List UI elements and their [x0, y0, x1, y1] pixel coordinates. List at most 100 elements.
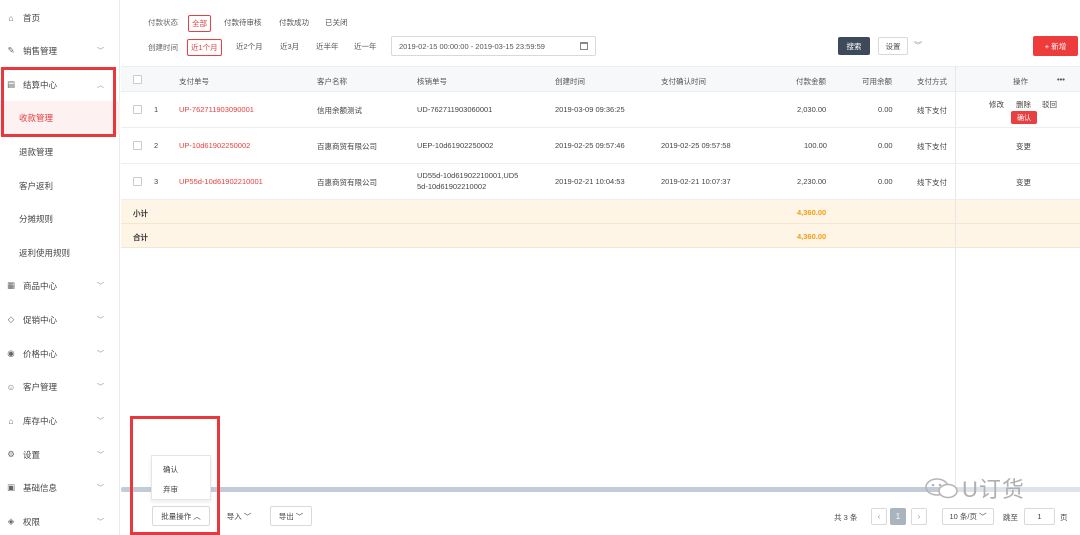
row-checkbox[interactable]: [133, 105, 142, 114]
row-index: 2: [154, 141, 159, 150]
nav-basic-info[interactable]: ▣ 基础信息 ﹀: [0, 471, 120, 504]
nav-sub-rebate[interactable]: 客户返利: [0, 169, 120, 202]
nav-customers[interactable]: ☺ 客户管理 ﹀: [0, 370, 120, 403]
nav-label: 客户管理: [23, 381, 58, 392]
nav-sub-label: 分摊规则: [19, 213, 54, 224]
settings-button[interactable]: 设置: [878, 37, 908, 55]
nav-products[interactable]: ▦ 商品中心 ﹀: [0, 269, 120, 302]
gear-icon: ⚙: [7, 449, 15, 459]
pay-no-link[interactable]: UP-10d61902250002: [179, 141, 250, 150]
chevron-down-icon: ﹀: [97, 384, 104, 391]
nav-promotions[interactable]: ◇ 促销中心 ﹀: [0, 303, 120, 336]
nav-sub-label: 退款管理: [19, 146, 54, 157]
nav-label: 基础信息: [23, 482, 58, 493]
date-range-picker[interactable]: 2019-02-15 00:00:00 - 2019-03-15 23:59:5…: [391, 36, 596, 56]
batch-operation-button[interactable]: 批量操作 ︿: [152, 506, 210, 526]
time-chip-6m[interactable]: 近半年: [313, 39, 342, 54]
next-page-button[interactable]: ›: [911, 508, 927, 525]
tag-icon: ◇: [7, 314, 15, 324]
row-checkbox[interactable]: [133, 177, 142, 186]
warehouse-icon: ⌂: [8, 415, 14, 426]
nav-sub-label: 收款管理: [19, 112, 54, 123]
chevron-up-icon: ︿: [97, 82, 104, 89]
nav-settings[interactable]: ⚙ 设置 ﹀: [0, 438, 120, 471]
nav-inventory[interactable]: ⌂ 库存中心 ﹀: [0, 404, 120, 437]
nav-sub-rebate-rules[interactable]: 返利使用规则: [0, 236, 120, 269]
more-icon[interactable]: •••: [1057, 75, 1065, 84]
import-button[interactable]: 导入 ﹀: [220, 506, 258, 526]
home-icon: ⌂: [8, 12, 14, 23]
nav-sub-label: 返利使用规则: [19, 247, 71, 258]
chevron-down-icon: ﹀: [97, 351, 104, 358]
time-chip-2m[interactable]: 近2个月: [233, 39, 266, 54]
status-chip-all[interactable]: 全部: [188, 15, 211, 32]
status-chip-success[interactable]: 付款成功: [276, 15, 312, 30]
search-button[interactable]: 搜索: [838, 37, 870, 55]
prev-page-button[interactable]: ‹: [871, 508, 887, 525]
change-link[interactable]: 变更: [1016, 177, 1031, 188]
nav-prices[interactable]: ◉ 价格中心 ﹀: [0, 337, 120, 370]
goto-page-input[interactable]: 1: [1024, 508, 1055, 525]
total-count: 共 3 条: [834, 513, 858, 522]
nav-sub-refund[interactable]: 退款管理: [0, 135, 120, 168]
select-all-checkbox[interactable]: [133, 75, 142, 84]
pay-no-link[interactable]: UP-762711903090001: [179, 105, 254, 114]
col-created: 创建时间: [555, 77, 585, 86]
change-link[interactable]: 变更: [1016, 141, 1031, 152]
status-chip-closed[interactable]: 已关闭: [322, 15, 351, 30]
chevron-down-icon: ﹀: [97, 283, 104, 290]
time-chip-1y[interactable]: 近一年: [351, 39, 380, 54]
page-size-select[interactable]: 10 条/页 ﹀: [942, 508, 994, 525]
double-chevron-down-icon[interactable]: ︾: [914, 40, 922, 51]
nav-sub-label: 客户返利: [19, 180, 54, 191]
col-amount: 付款金额: [796, 77, 826, 86]
nav-home[interactable]: ⌂ 首页: [0, 1, 120, 34]
confirm-button[interactable]: 确认: [1011, 111, 1037, 124]
pay-method: 线下支付: [917, 142, 947, 151]
nav-label: 库存中心: [23, 415, 58, 426]
pay-no-link[interactable]: UP55d-10d61902210001: [179, 177, 263, 186]
col-verify-no: 核销单号: [417, 77, 447, 86]
edit-link[interactable]: 修改: [989, 99, 1004, 110]
nav-sub-payment[interactable]: 收款管理: [0, 101, 120, 134]
row-index: 1: [154, 105, 159, 114]
amount: 100.00: [804, 141, 827, 150]
status-chip-pending[interactable]: 付款待审核: [221, 15, 265, 30]
col-customer: 客户名称: [317, 77, 347, 86]
created-time: 2019-03-09 09:36:25: [555, 105, 625, 114]
col-method: 支付方式: [917, 77, 947, 86]
nav-label: 商品中心: [23, 280, 58, 291]
calendar-icon: [580, 42, 588, 50]
verify-no: UEP-10d61902250002: [417, 141, 494, 150]
customer-name: 百惠商贸有限公司: [317, 178, 377, 187]
row-checkbox[interactable]: [133, 141, 142, 150]
batch-confirm-item[interactable]: 确认: [163, 464, 178, 475]
batch-unaudit-item[interactable]: 弃审: [163, 484, 178, 495]
info-icon: ▣: [6, 482, 16, 492]
time-chip-3m[interactable]: 近3月: [277, 39, 302, 54]
total-amount: 4,360.00: [797, 232, 827, 241]
customer-name: 信用余额测试: [317, 106, 362, 115]
nav-label: 价格中心: [23, 348, 58, 359]
nav-label: 权限: [23, 516, 41, 527]
col-balance: 可用余额: [862, 77, 892, 86]
add-new-button[interactable]: + 新增: [1033, 36, 1078, 56]
nav-label: 首页: [23, 12, 41, 23]
scrollbar-thumb[interactable]: [121, 487, 954, 492]
nav-settlement[interactable]: ▤ 结算中心 ︿: [0, 68, 120, 101]
time-chip-1m[interactable]: 近1个月: [187, 39, 222, 56]
col-ops: 操作: [1013, 77, 1028, 86]
verify-no: UD-762711903060001: [417, 105, 493, 114]
amount: 2,230.00: [797, 177, 827, 186]
delete-link[interactable]: 删除: [1016, 99, 1031, 110]
nav-label: 设置: [23, 449, 41, 460]
nav-permissions[interactable]: ◈ 权限 ﹀: [0, 505, 120, 535]
nav-sales[interactable]: ✎ 销售管理 ﹀: [0, 34, 120, 67]
nav-sub-allocation[interactable]: 分摊规则: [0, 202, 120, 235]
nav-label: 促销中心: [23, 314, 58, 325]
created-time: 2019-02-21 10:04:53: [555, 177, 625, 186]
reject-link[interactable]: 驳回: [1042, 99, 1057, 110]
export-button[interactable]: 导出 ﹀: [270, 506, 312, 526]
page-1-button[interactable]: 1: [890, 508, 906, 525]
pay-method: 线下支付: [917, 178, 947, 187]
